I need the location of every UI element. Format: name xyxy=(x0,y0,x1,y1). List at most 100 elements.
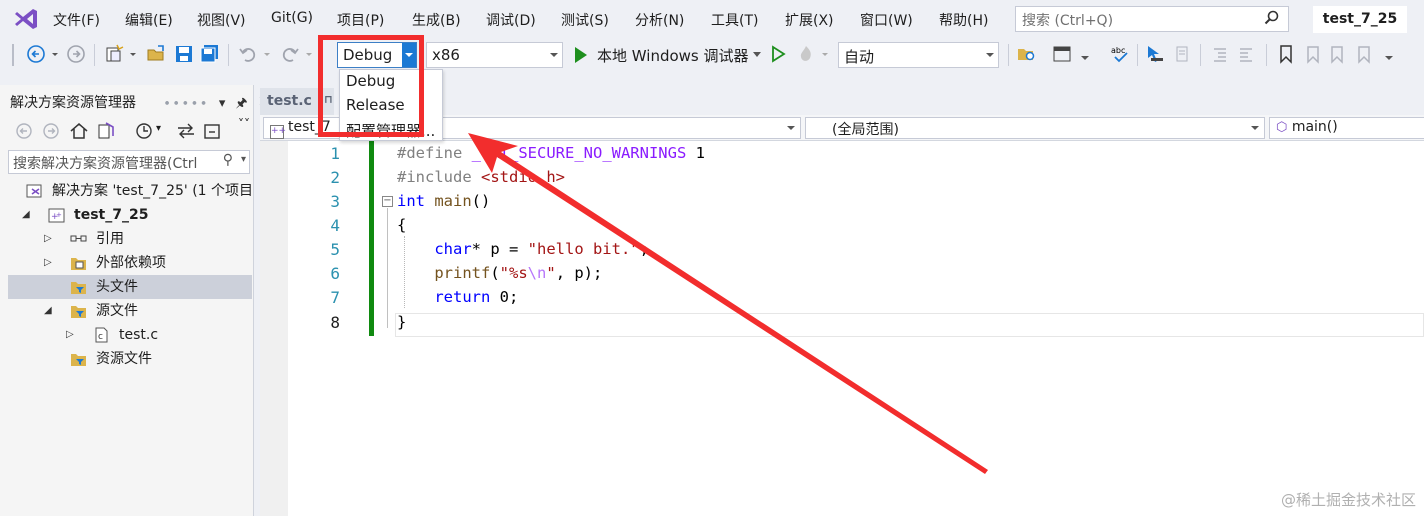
breakpoint-toggle-icon[interactable] xyxy=(1145,44,1165,64)
redo-dropdown-icon[interactable] xyxy=(304,44,314,64)
filter-folder-icon xyxy=(71,306,86,318)
solution-platform-select[interactable]: x86 xyxy=(426,42,563,68)
back-icon[interactable] xyxy=(26,44,46,64)
tree-item-references[interactable]: ▷ 引用 xyxy=(8,227,252,251)
redo-icon[interactable] xyxy=(280,44,300,64)
line-number: 6 xyxy=(330,264,340,283)
expanded-arrow-icon[interactable]: ◢ xyxy=(22,203,30,227)
new-project-icon[interactable] xyxy=(104,44,124,64)
scope-navigation-select[interactable]: (全局范围) xyxy=(805,117,1265,139)
undo-icon[interactable] xyxy=(238,44,258,64)
external-dependencies-icon xyxy=(71,258,86,270)
toolbar-more-icon[interactable]: ˅˅ xyxy=(238,117,250,131)
code-line-8: } xyxy=(397,313,407,331)
hot-reload-icon[interactable] xyxy=(796,44,816,64)
search-input[interactable]: 搜索 (Ctrl+Q) xyxy=(1015,6,1289,32)
save-icon[interactable] xyxy=(174,44,194,64)
code-line-7: return 0; xyxy=(434,288,519,306)
collapse-outline-icon[interactable]: − xyxy=(382,196,393,207)
comment-icon[interactable] xyxy=(1173,44,1193,64)
filter-folder-icon xyxy=(71,354,86,366)
back-dropdown-icon[interactable] xyxy=(50,44,60,64)
open-folder-icon[interactable] xyxy=(146,44,166,64)
member-navigation-select[interactable]: ⬡ main() xyxy=(1269,117,1424,139)
chevron-down-icon xyxy=(550,53,558,57)
editor-indicator-margin xyxy=(260,141,288,516)
solution-icon xyxy=(26,184,42,198)
hot-reload-dropdown-icon[interactable] xyxy=(820,44,830,64)
forward-icon[interactable] xyxy=(66,44,86,64)
tree-item-source-files[interactable]: ◢ 源文件 xyxy=(8,299,252,323)
chevron-down-icon xyxy=(787,126,795,130)
tree-label: 资源文件 xyxy=(96,351,152,367)
save-all-icon[interactable] xyxy=(200,44,220,64)
previous-bookmark-icon[interactable] xyxy=(1302,44,1322,64)
toolbar-overflow-icon[interactable] xyxy=(1078,44,1092,64)
new-dropdown-icon[interactable] xyxy=(128,44,138,64)
cpp-project-icon: ++ xyxy=(48,208,65,223)
solution-search-input[interactable]: 搜索解决方案资源管理器(Ctrl ⚲ ▾ xyxy=(8,150,250,174)
pin-icon[interactable]: 🖈 xyxy=(236,96,248,111)
forward-icon[interactable] xyxy=(42,122,60,140)
collapsed-arrow-icon[interactable]: ▷ xyxy=(44,251,52,275)
menu-git[interactable]: Git(G) xyxy=(271,10,313,26)
tree-label: test_7_25 xyxy=(74,207,149,223)
tree-project-node[interactable]: ◢ + + test_7_25 xyxy=(8,203,252,227)
tree-item-external-dependencies[interactable]: ▷ 外部依赖项 xyxy=(8,251,252,275)
menu-extensions[interactable]: 扩展(X) xyxy=(785,10,834,30)
scope-navigation-value: (全局范围) xyxy=(832,122,899,138)
next-bookmark-icon[interactable] xyxy=(1328,44,1348,64)
solution-explorer-icon[interactable] xyxy=(1052,44,1072,64)
tree-item-resource-files[interactable]: 资源文件 xyxy=(8,347,252,371)
run-dropdown-icon[interactable] xyxy=(753,52,761,58)
back-icon[interactable] xyxy=(15,122,33,140)
pending-changes-icon[interactable] xyxy=(135,122,153,140)
collapsed-arrow-icon[interactable]: ▷ xyxy=(44,227,52,251)
menu-build[interactable]: 生成(B) xyxy=(412,10,461,30)
tree-solution-node[interactable]: 解决方案 'test_7_25' (1 个项目 xyxy=(8,179,252,203)
menu-debug[interactable]: 调试(D) xyxy=(486,10,536,30)
find-in-files-icon[interactable] xyxy=(1017,44,1037,64)
menu-tools[interactable]: 工具(T) xyxy=(711,10,758,30)
menu-window[interactable]: 窗口(W) xyxy=(860,10,913,30)
expanded-arrow-icon[interactable]: ◢ xyxy=(44,299,52,323)
switch-views-icon[interactable] xyxy=(96,121,116,141)
sync-with-active-document-icon[interactable] xyxy=(176,123,196,139)
line-number: 7 xyxy=(330,288,340,307)
solution-name-badge: test_7_25 xyxy=(1313,6,1407,33)
menu-file[interactable]: 文件(F) xyxy=(53,10,100,30)
menu-edit[interactable]: 编辑(E) xyxy=(125,10,173,30)
undo-dropdown-icon[interactable] xyxy=(262,44,272,64)
collapsed-arrow-icon[interactable]: ▷ xyxy=(66,323,74,347)
home-icon[interactable] xyxy=(69,122,89,140)
start-without-debugging-icon[interactable] xyxy=(768,44,788,64)
visual-studio-logo-icon[interactable] xyxy=(13,8,39,30)
decrease-indent-icon[interactable] xyxy=(1210,44,1230,64)
pending-changes-dropdown-icon[interactable]: ▾ xyxy=(156,123,161,134)
toolbar-overflow-icon[interactable] xyxy=(1382,44,1396,64)
menu-view[interactable]: 视图(V) xyxy=(197,10,246,30)
spell-check-icon[interactable]: abc xyxy=(1110,44,1130,64)
panel-menu-icon[interactable]: ▾ xyxy=(219,96,226,111)
increase-indent-icon[interactable] xyxy=(1236,44,1256,64)
line-number: 5 xyxy=(330,240,340,259)
panel-grip-icon: ∙∙∙∙∙ xyxy=(163,96,209,111)
auto-select[interactable]: 自动 xyxy=(838,42,999,68)
tree-item-header-files[interactable]: 头文件 xyxy=(8,275,252,299)
code-line-4: { xyxy=(397,216,407,234)
menu-help[interactable]: 帮助(H) xyxy=(939,10,988,30)
search-placeholder: 搜索 (Ctrl+Q) xyxy=(1022,13,1114,29)
tab-label: test.c xyxy=(267,93,312,109)
search-options-icon[interactable]: ▾ xyxy=(240,154,246,165)
clear-bookmarks-icon[interactable] xyxy=(1354,44,1374,64)
collapse-all-icon[interactable] xyxy=(203,122,221,140)
bookmark-icon[interactable] xyxy=(1276,44,1296,64)
svg-text:+: + xyxy=(56,211,62,219)
filter-folder-icon xyxy=(71,282,86,294)
menu-analyze[interactable]: 分析(N) xyxy=(635,10,684,30)
tree-label: test.c xyxy=(119,327,159,343)
panel-header-tools: ∙∙∙∙∙ ▾ 🖈 ✕ xyxy=(163,92,271,116)
tree-item-test-c[interactable]: ▷ c test.c xyxy=(8,323,252,347)
menu-test[interactable]: 测试(S) xyxy=(561,10,609,30)
menu-project[interactable]: 项目(P) xyxy=(337,10,384,30)
